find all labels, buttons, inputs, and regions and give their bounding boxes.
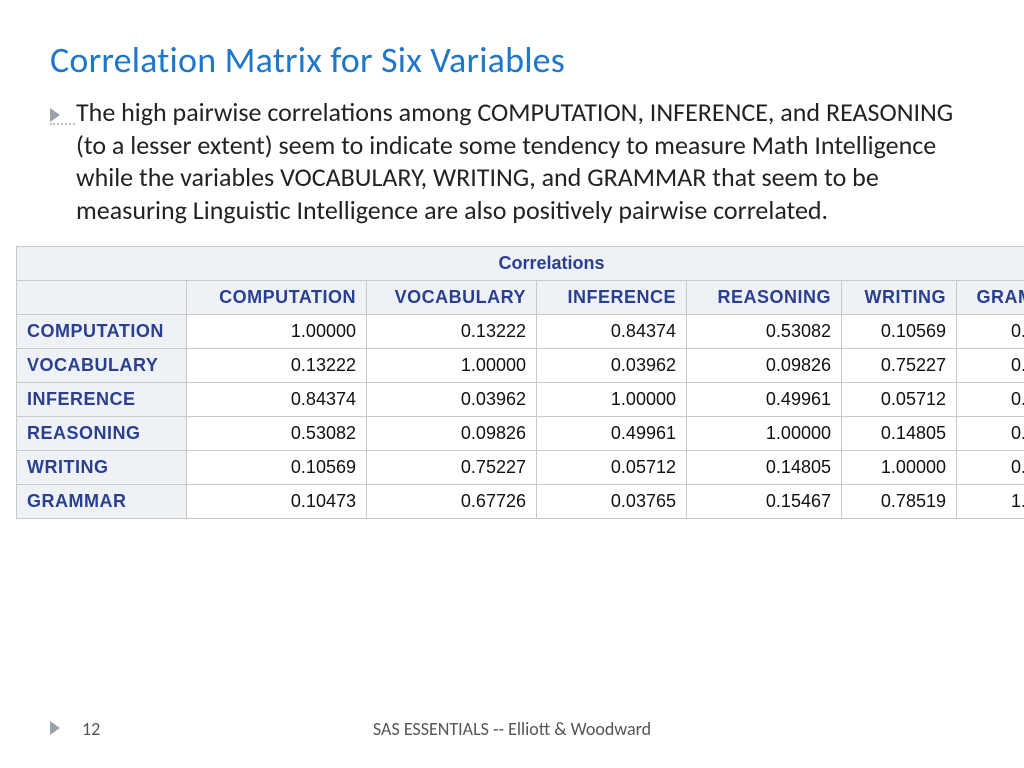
cell: 1.00000 [537, 383, 687, 417]
cell: 0.15467 [687, 485, 842, 519]
col-head: REASONING [687, 281, 842, 315]
cell: 1.00000 [957, 485, 1024, 519]
cell: 0.10569 [842, 315, 957, 349]
cell: 0.53082 [687, 315, 842, 349]
slide-title: Correlation Matrix for Six Variables [50, 38, 974, 82]
cell: 0.67726 [367, 485, 537, 519]
cell: 0.75227 [842, 349, 957, 383]
cell: 0.03765 [957, 383, 1024, 417]
col-head: WRITING [842, 281, 957, 315]
cell: 0.13222 [187, 349, 367, 383]
row-head: INFERENCE [17, 383, 187, 417]
cell: 1.00000 [687, 417, 842, 451]
cell: 1.00000 [842, 451, 957, 485]
cell: 0.13222 [367, 315, 537, 349]
cell: 0.78519 [957, 451, 1024, 485]
footer-credit: SAS ESSENTIALS -- Elliott & Woodward [373, 718, 651, 740]
table-row: INFERENCE 0.84374 0.03962 1.00000 0.4996… [17, 383, 1024, 417]
cell: 0.10569 [187, 451, 367, 485]
table-row: WRITING 0.10569 0.75227 0.05712 0.14805 … [17, 451, 1024, 485]
row-head: WRITING [17, 451, 187, 485]
row-head: REASONING [17, 417, 187, 451]
col-head: VOCABULARY [367, 281, 537, 315]
cell: 0.05712 [537, 451, 687, 485]
cell: 0.10473 [187, 485, 367, 519]
col-head: INFERENCE [537, 281, 687, 315]
cell: 0.49961 [687, 383, 842, 417]
bullet-row: The high pairwise correlations among COM… [50, 96, 974, 226]
cell: 0.03765 [537, 485, 687, 519]
col-head: COMPUTATION [187, 281, 367, 315]
cell: 0.05712 [842, 383, 957, 417]
table-row: COMPUTATION 1.00000 0.13222 0.84374 0.53… [17, 315, 1024, 349]
table-row: REASONING 0.53082 0.09826 0.49961 1.0000… [17, 417, 1024, 451]
table-row: VOCABULARY 0.13222 1.00000 0.03962 0.098… [17, 349, 1024, 383]
correlation-table-container: Correlations COMPUTATION VOCABULARY INFE… [16, 246, 1008, 519]
table-caption: Correlations [17, 247, 1024, 281]
table-header-row: COMPUTATION VOCABULARY INFERENCE REASONI… [17, 281, 1024, 315]
cell: 0.84374 [537, 315, 687, 349]
page-number: 12 [78, 718, 100, 740]
table-row: GRAMMAR 0.10473 0.67726 0.03765 0.15467 … [17, 485, 1024, 519]
cell: 0.67726 [957, 349, 1024, 383]
cell: 0.09826 [367, 417, 537, 451]
cell: 0.14805 [842, 417, 957, 451]
bullet-arrow-icon [50, 108, 62, 122]
cell: 0.53082 [187, 417, 367, 451]
cell: 1.00000 [187, 315, 367, 349]
cell: 0.09826 [687, 349, 842, 383]
row-head: GRAMMAR [17, 485, 187, 519]
footer-arrow-icon [50, 718, 62, 740]
col-head: GRAMMAR [957, 281, 1024, 315]
cell: 0.84374 [187, 383, 367, 417]
table-title-row: Correlations [17, 247, 1024, 281]
correlation-table: Correlations COMPUTATION VOCABULARY INFE… [16, 246, 1024, 519]
row-head: COMPUTATION [17, 315, 187, 349]
cell: 0.15467 [957, 417, 1024, 451]
row-head: VOCABULARY [17, 349, 187, 383]
cell: 0.10473 [957, 315, 1024, 349]
blank-corner [17, 281, 187, 315]
cell: 0.14805 [687, 451, 842, 485]
cell: 0.75227 [367, 451, 537, 485]
cell: 0.49961 [537, 417, 687, 451]
bullet-text: The high pairwise correlations among COM… [76, 96, 974, 226]
slide-footer: 12 SAS ESSENTIALS -- Elliott & Woodward [0, 718, 1024, 740]
cell: 0.03962 [537, 349, 687, 383]
cell: 0.03962 [367, 383, 537, 417]
cell: 1.00000 [367, 349, 537, 383]
cell: 0.78519 [842, 485, 957, 519]
